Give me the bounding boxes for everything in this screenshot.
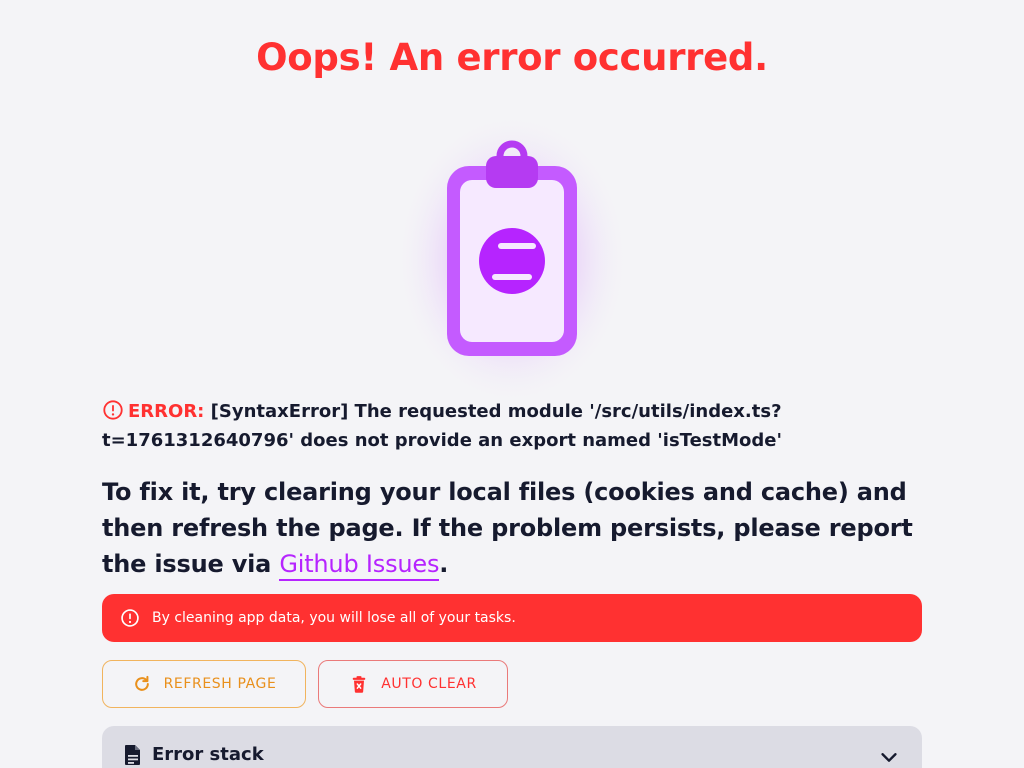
fix-text-before: To fix it, try clearing your local files…	[102, 478, 913, 578]
error-circle-icon	[102, 399, 124, 421]
error-label: ERROR:	[128, 401, 205, 422]
github-issues-link[interactable]: Github Issues	[279, 550, 439, 581]
error-page: Oops! An error occurred. ERROR: [SyntaxE…	[0, 0, 1024, 768]
document-icon	[124, 744, 142, 766]
auto-clear-button[interactable]: AUTO CLEAR	[318, 660, 508, 708]
alert-text: By cleaning app data, you will lose all …	[152, 610, 516, 626]
data-loss-alert: By cleaning app data, you will lose all …	[102, 594, 922, 642]
clipboard-lock-illustration	[392, 98, 632, 398]
error-text: [SyntaxError] The requested module '/src…	[102, 401, 782, 451]
error-circle-icon	[120, 608, 140, 628]
fix-text-after: .	[439, 550, 449, 578]
refresh-page-button[interactable]: REFRESH PAGE	[102, 660, 306, 708]
refresh-icon	[132, 674, 152, 694]
trash-icon	[349, 674, 369, 694]
refresh-page-label: REFRESH PAGE	[163, 676, 277, 692]
auto-clear-label: AUTO CLEAR	[381, 676, 477, 692]
error-message: ERROR: [SyntaxError] The requested modul…	[102, 397, 922, 455]
error-stack-accordion[interactable]: Error stack	[102, 726, 922, 768]
error-stack-title: Error stack	[152, 744, 264, 765]
fix-instructions: To fix it, try clearing your local files…	[102, 474, 922, 582]
page-title: Oops! An error occurred.	[256, 36, 768, 79]
chevron-down-icon[interactable]	[878, 746, 900, 768]
clipboard-lock-icon	[394, 105, 630, 398]
